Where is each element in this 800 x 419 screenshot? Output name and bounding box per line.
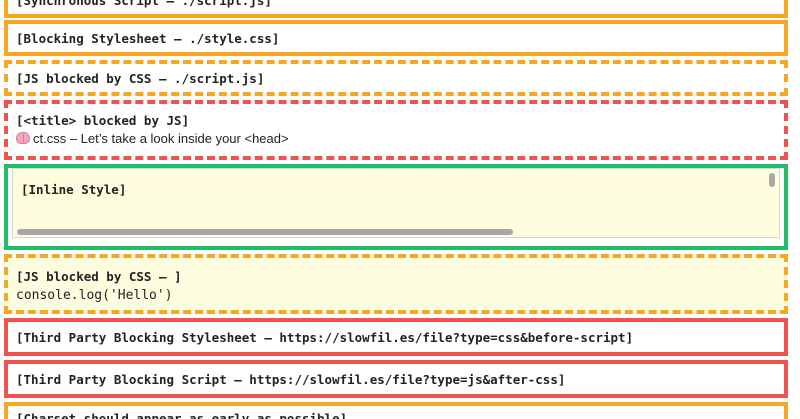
box-label: [JS blocked by CSS — ] — [16, 269, 182, 284]
box-label: [Inline Style] — [21, 182, 127, 197]
vertical-scrollbar[interactable] — [769, 173, 775, 187]
third-party-stylesheet-box: [Third Party Blocking Stylesheet — https… — [4, 318, 788, 356]
third-party-script-box: [Third Party Blocking Script — https://s… — [4, 360, 788, 398]
inline-style-scroll-area[interactable]: [Inline Style] — [12, 168, 780, 238]
title-blocked-by-js-box: [<title> blocked by JS] ct.css – Let’s t… — [4, 100, 788, 160]
box-label: [Blocking Stylesheet — ./style.css] — [16, 31, 280, 46]
blocking-stylesheet-box: [Blocking Stylesheet — ./style.css] — [4, 20, 788, 56]
script-content: console.log('Hello') — [16, 288, 173, 303]
title-text: ct.css – Let’s take a look inside your <… — [33, 131, 289, 146]
charset-box: [Charset should appear as early as possi… — [4, 402, 788, 419]
inline-style-box: [Inline Style] — [4, 164, 788, 250]
box-label: [<title> blocked by JS] — [16, 113, 190, 128]
page: [Synchronous Script — ./script.js] [Bloc… — [0, 0, 800, 419]
box-label: [Third Party Blocking Stylesheet — https… — [16, 330, 634, 345]
js-blocked-by-css-box: [JS blocked by CSS — ./script.js] — [4, 60, 788, 96]
horizontal-scrollbar[interactable] — [17, 229, 513, 235]
box-label: [Third Party Blocking Script — https://s… — [16, 372, 566, 387]
box-label: [Charset should appear as early as possi… — [16, 411, 348, 419]
brain-icon — [16, 132, 30, 144]
title-content: ct.css – Let’s take a look inside your <… — [16, 130, 776, 148]
box-label: [JS blocked by CSS — ./script.js] — [16, 71, 265, 86]
box-label: [Synchronous Script — ./script.js] — [16, 0, 272, 8]
inline-js-blocked-by-css-box: [JS blocked by CSS — ] console.log('Hell… — [4, 254, 788, 314]
sync-script-box: [Synchronous Script — ./script.js] — [4, 0, 788, 18]
